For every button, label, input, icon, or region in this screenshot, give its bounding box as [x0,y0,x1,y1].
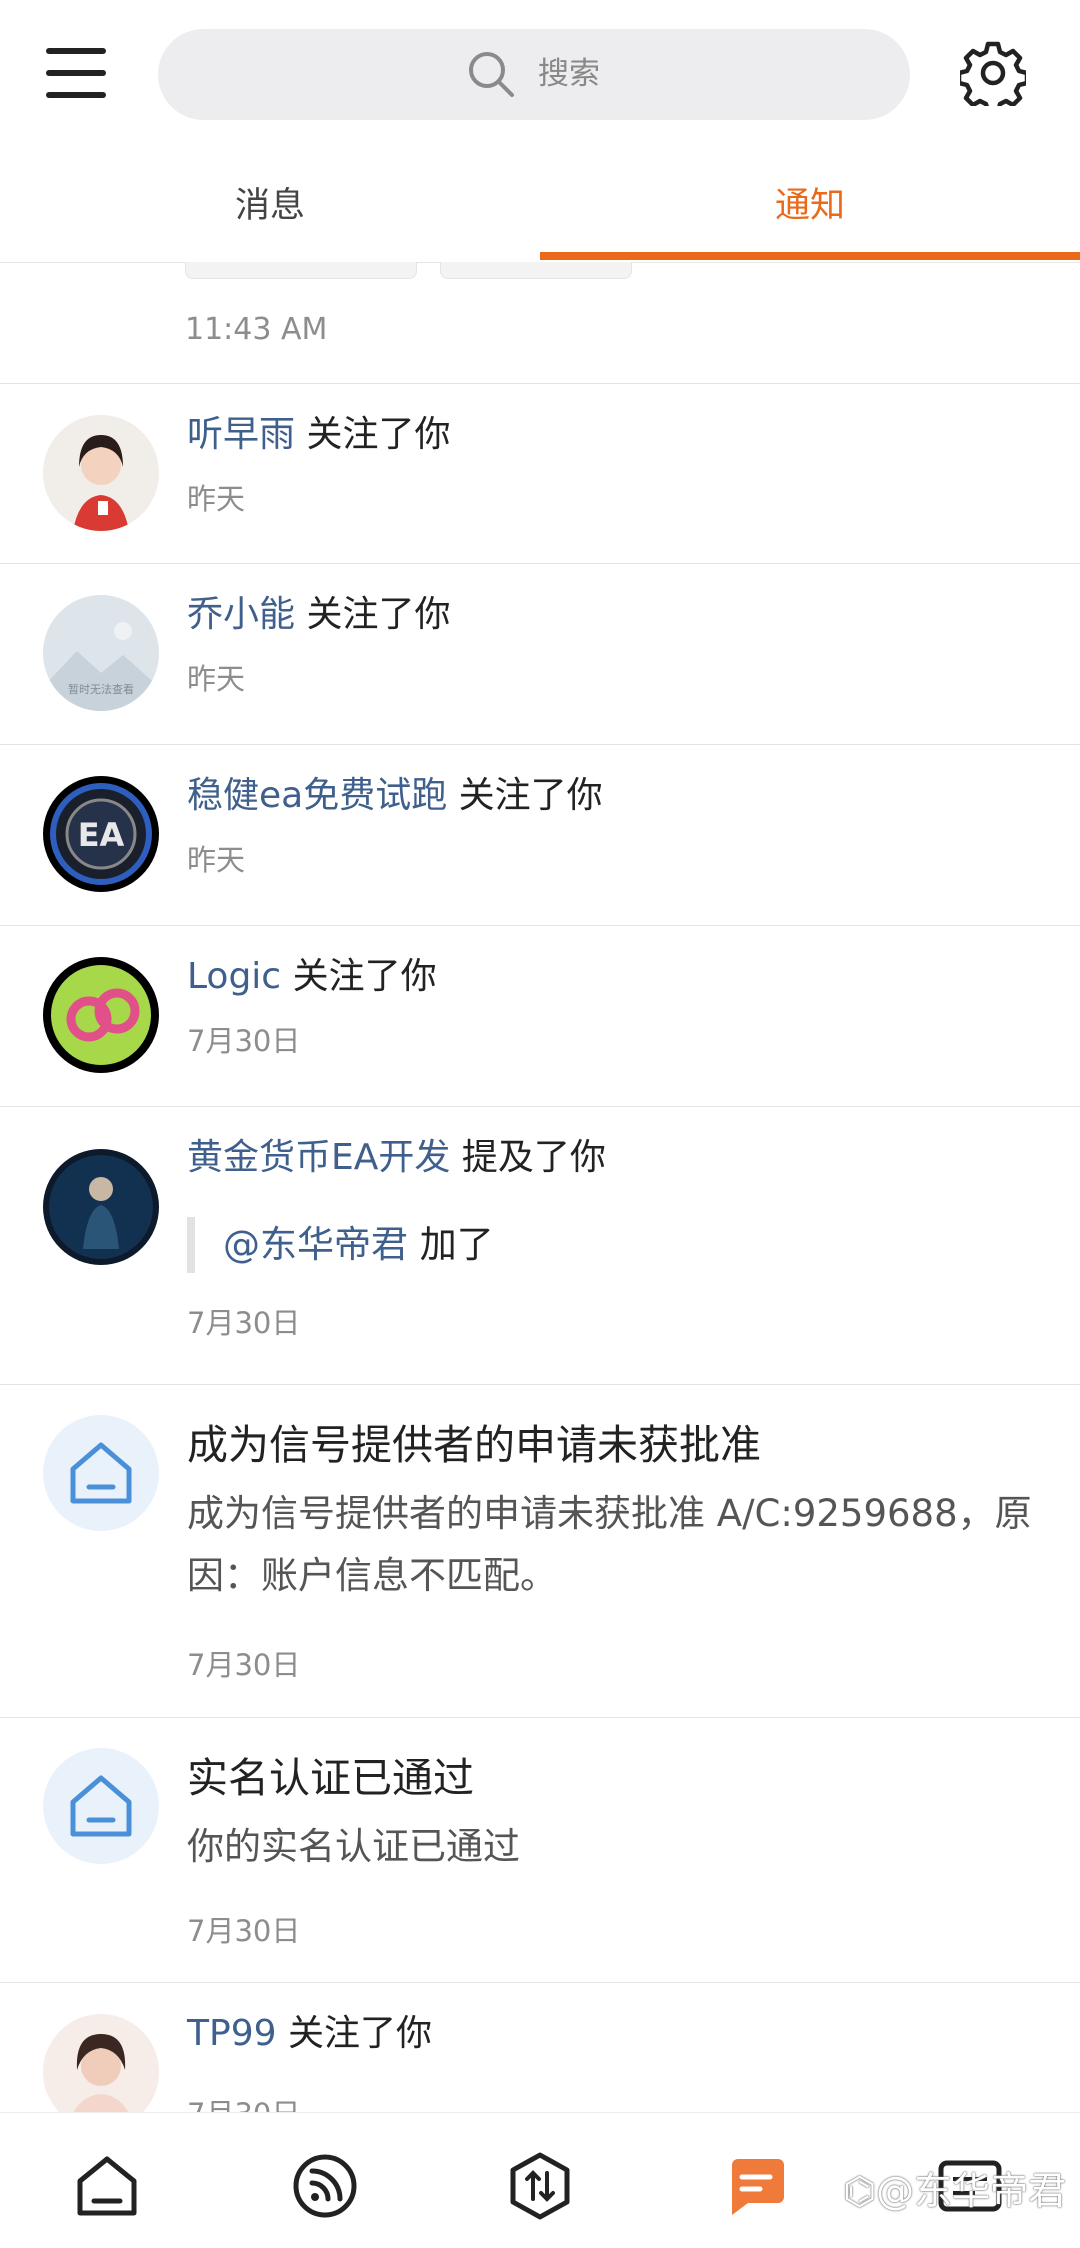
notification-title: 稳健ea免费试跑 关注了你 [187,771,603,821]
system-avatar [43,1748,159,1864]
avatar[interactable] [43,415,159,531]
tab-notifications[interactable]: 通知 [540,150,1080,262]
notification-row[interactable]: TP99 关注了你 7月30日 [0,1982,1080,2112]
notification-row[interactable]: 听早雨 关注了你 昨天 [0,383,1080,564]
message-icon[interactable] [720,2151,790,2221]
mention-text: 加了 [419,1223,494,1266]
timestamp: 7月30日 [187,2091,300,2112]
previous-item-time: 11:43 AM [185,312,328,347]
avatar-placeholder-text: 暂时无法查看 [68,682,134,696]
action-text: 关注了你 [306,594,451,635]
mention-quote: @东华帝君 加了 [187,1217,494,1273]
mention-user-link[interactable]: @东华帝君 [223,1223,408,1266]
system-body: 成为信号提供者的申请未获批准 A/C:9259688，原因：账户信息不匹配。 [187,1492,1032,1597]
notification-row[interactable]: Logic 关注了你 7月30日 [0,925,1080,1107]
notification-row[interactable]: 暂时无法查看 乔小能 关注了你 昨天 [0,563,1080,745]
notification-row[interactable]: EA 稳健ea免费试跑 关注了你 昨天 [0,744,1080,926]
search-placeholder: 搜索 [538,56,600,92]
timestamp: 7月30日 [187,1306,301,1340]
notification-list[interactable]: 11:43 AM 听早雨 关注了你 昨天 暂时无法查看 乔小能 关注了你 昨天 … [0,262,1080,2112]
system-notification-row[interactable]: 成为信号提供者的申请未获批准 成为信号提供者的申请未获批准 A/C:925968… [0,1384,1080,1718]
timestamp: 昨天 [187,482,246,516]
menu-icon[interactable] [46,44,112,102]
notification-title: TP99 关注了你 [187,2009,432,2059]
username-link[interactable]: TP99 [187,2013,277,2054]
timestamp: 昨天 [187,662,246,696]
notification-title: 乔小能 关注了你 [187,590,450,640]
system-title: 实名认证已通过 [187,1754,474,1802]
action-text: 关注了你 [292,956,437,997]
username-link[interactable]: 黄金货币EA开发 [187,1137,450,1178]
tab-bar: 消息 通知 [0,150,1080,263]
trade-icon[interactable] [505,2151,575,2221]
action-text: 提及了你 [461,1137,606,1178]
action-text: 关注了你 [306,414,451,455]
feed-icon[interactable] [290,2151,360,2221]
username-link[interactable]: 稳健ea免费试跑 [187,775,447,816]
svg-text:EA: EA [78,816,125,854]
active-tab-indicator [540,252,1080,260]
timestamp: 7月30日 [187,1914,301,1948]
search-icon [466,49,516,99]
avatar[interactable]: EA [43,776,159,892]
avatar[interactable] [43,957,159,1073]
notification-row[interactable]: 黄金货币EA开发 提及了你 @东华帝君 加了 7月30日 [0,1106,1080,1385]
username-link[interactable]: 听早雨 [187,414,295,455]
top-bar: 搜索 [0,0,1080,150]
action-text: 关注了你 [458,775,603,816]
avatar[interactable] [43,2014,159,2112]
system-title: 成为信号提供者的申请未获批准 [187,1421,761,1469]
notification-title: Logic 关注了你 [187,952,437,1002]
search-input[interactable]: 搜索 [158,29,910,120]
gear-icon[interactable] [960,40,1026,106]
watermark: ⌬@东华帝君 [843,2169,1067,2213]
system-notification-row[interactable]: 实名认证已通过 你的实名认证已通过 7月30日 [0,1717,1080,1983]
notification-title: 听早雨 关注了你 [187,410,450,460]
username-link[interactable]: 乔小能 [187,594,295,635]
avatar[interactable] [43,1149,159,1265]
timestamp: 7月30日 [187,1648,301,1682]
action-text: 关注了你 [287,2013,432,2054]
house-icon [70,1442,132,1504]
home-icon[interactable] [72,2151,142,2221]
system-avatar [43,1415,159,1531]
timestamp: 昨天 [187,843,246,877]
timestamp: 7月30日 [187,1024,301,1058]
house-icon [70,1775,132,1837]
system-body: 你的实名认证已通过 [187,1825,520,1868]
avatar[interactable]: 暂时无法查看 [43,595,159,711]
notification-title: 黄金货币EA开发 提及了你 [187,1133,606,1183]
tab-messages[interactable]: 消息 [0,150,540,262]
username-link[interactable]: Logic [187,956,281,997]
